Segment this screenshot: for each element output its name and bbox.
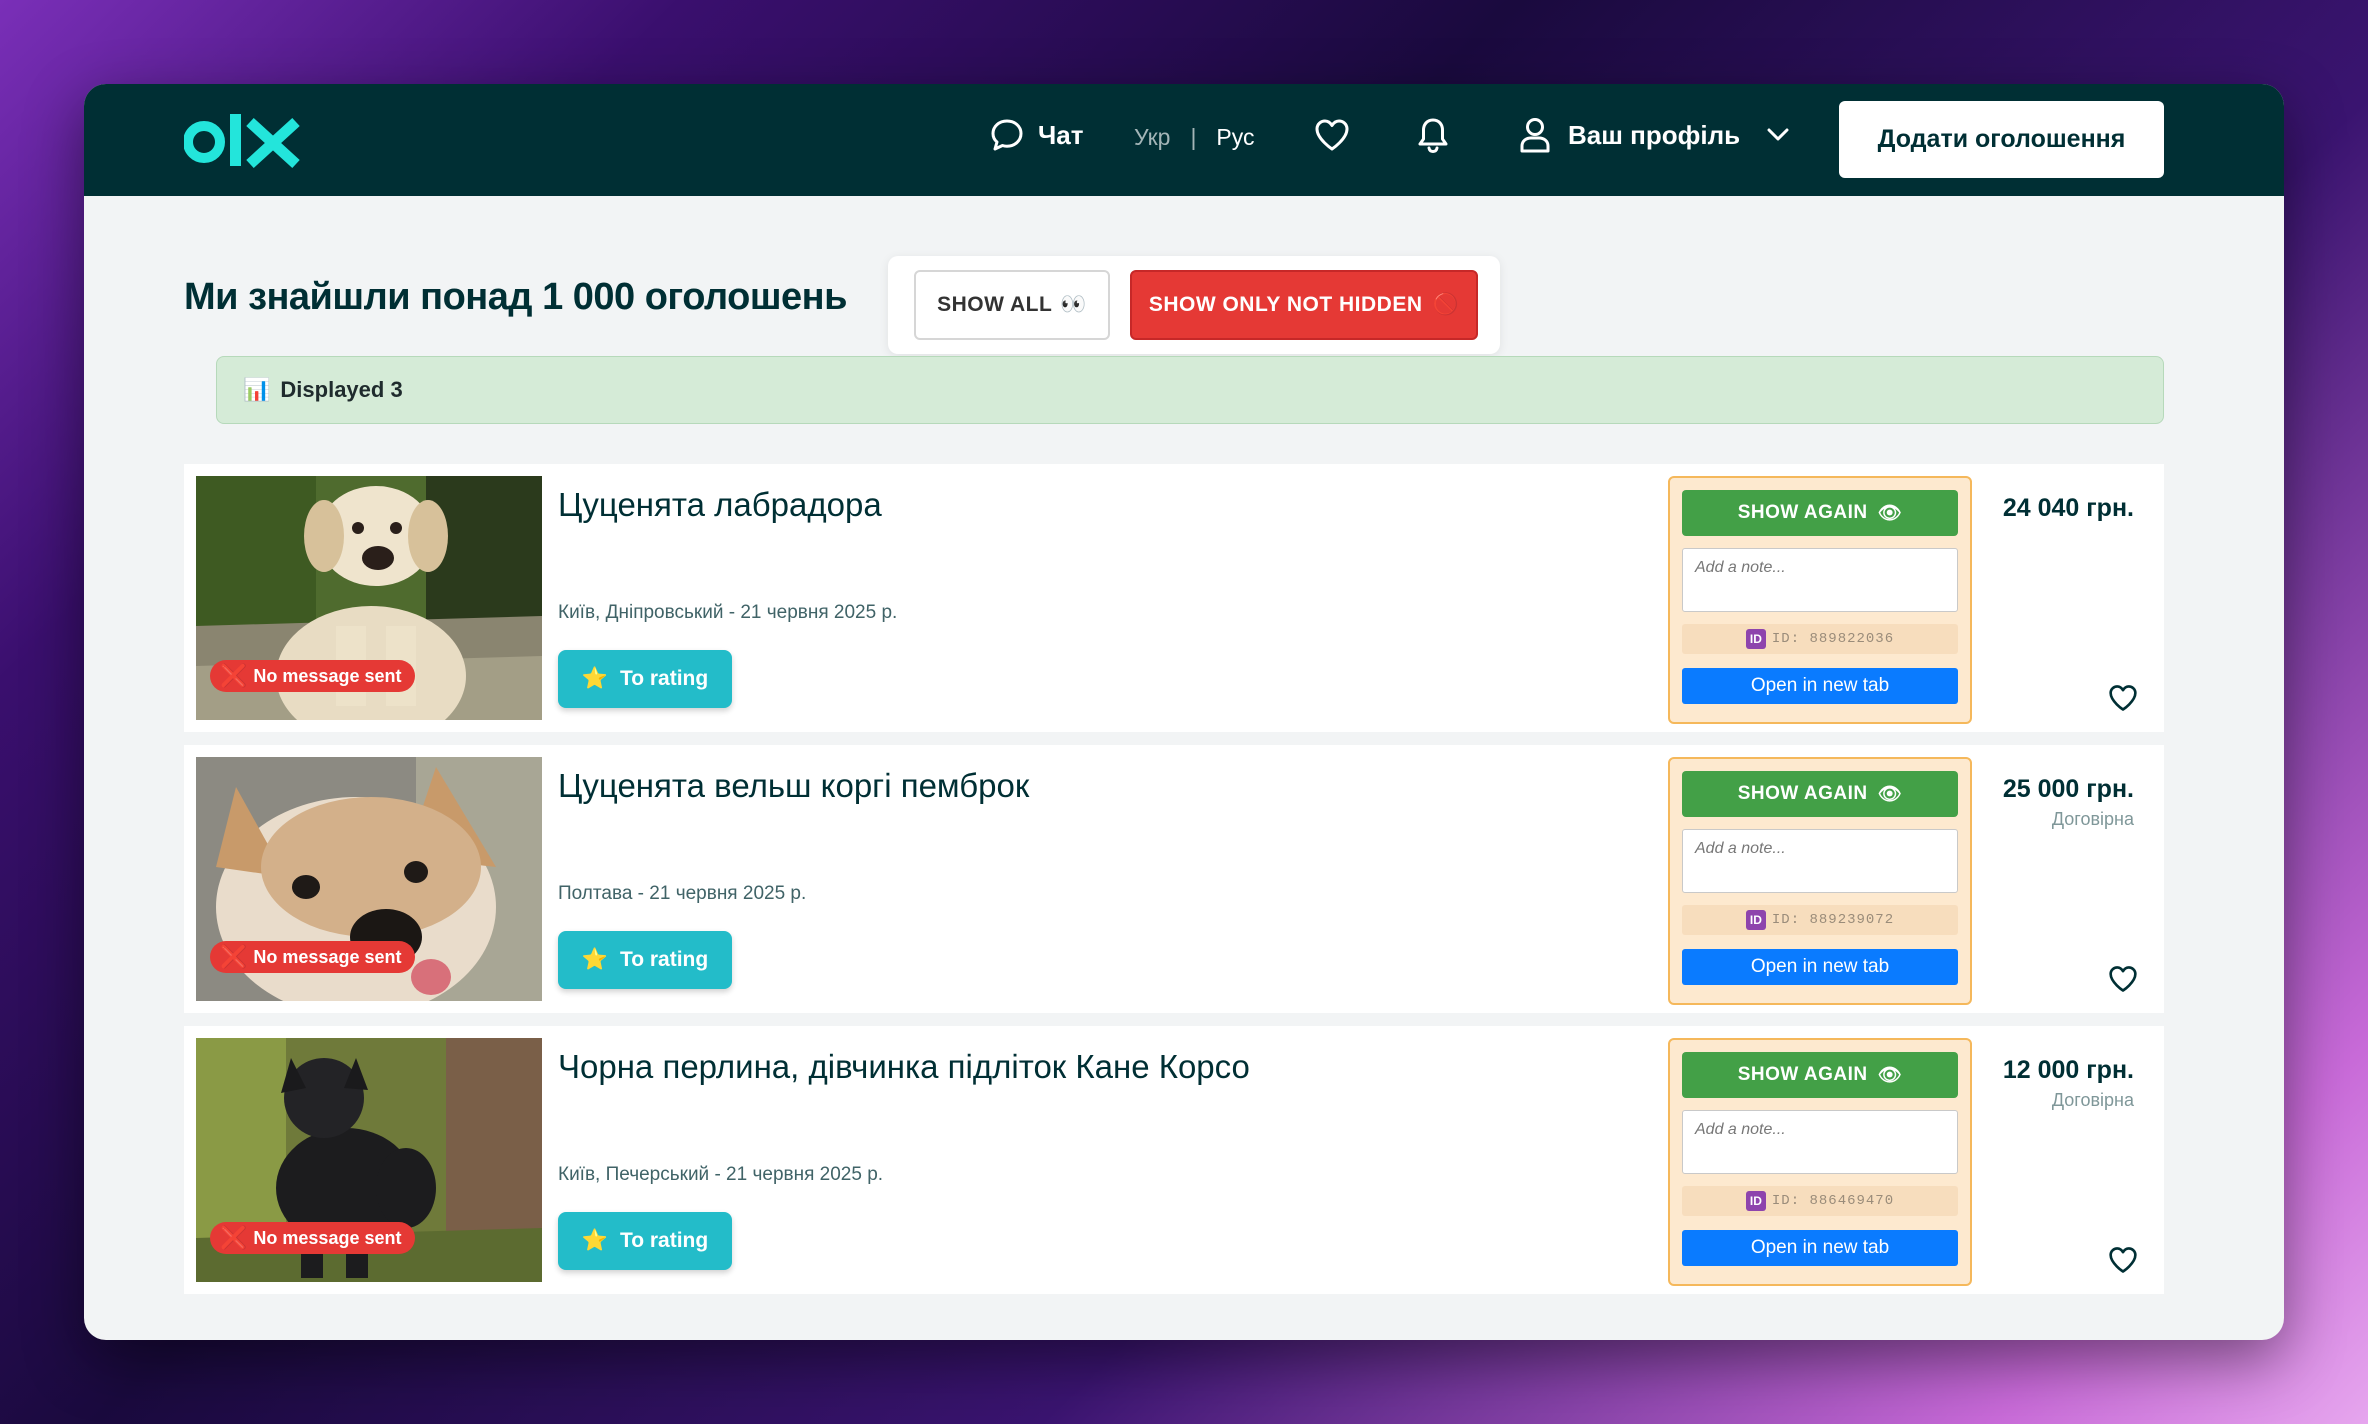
- listing-card[interactable]: ❌ No message sent Цуценята лабрадора Киї…: [184, 464, 2164, 732]
- no-message-sent-badge: ❌ No message sent: [210, 660, 416, 692]
- no-message-sent-badge: ❌ No message sent: [210, 941, 416, 973]
- notifications-link[interactable]: [1416, 116, 1450, 159]
- to-rating-label: To rating: [619, 1229, 709, 1252]
- user-icon: [1520, 118, 1550, 153]
- note-input[interactable]: [1682, 1110, 1958, 1174]
- cross-mark-icon: ❌: [220, 663, 248, 688]
- cross-mark-icon: ❌: [220, 944, 248, 969]
- show-again-label: SHOW AGAIN: [1737, 783, 1868, 804]
- negotiable-label: Договірна: [2051, 809, 2134, 829]
- listing-location-date: Київ, Дніпровський - 21 червня 2025 р.: [558, 602, 898, 623]
- listing-tools-panel: SHOW AGAIN 👁 ID ID: 886469470 Open in ne…: [1668, 1038, 1972, 1286]
- favorite-heart-icon[interactable]: [2108, 684, 2138, 712]
- add-listing-button[interactable]: Додати оголошення: [1839, 101, 2164, 178]
- bar-chart-icon: 📊: [243, 377, 271, 402]
- to-rating-button[interactable]: ⭐ To rating: [558, 931, 732, 989]
- cross-mark-icon: ❌: [220, 1225, 248, 1250]
- language-switcher: Укр | Рус: [1134, 124, 1255, 151]
- no-message-sent-badge: ❌ No message sent: [210, 1222, 416, 1254]
- listing-card[interactable]: ❌ No message sent Цуценята вельш коргі п…: [184, 745, 2164, 1013]
- prohibited-icon: 🚫: [1432, 293, 1460, 316]
- lang-rus[interactable]: Рус: [1216, 124, 1254, 151]
- listing-id-text: ID: 886469470: [1771, 1193, 1895, 1209]
- id-icon: ID: [1745, 629, 1766, 649]
- listing-id: ID ID: 889239072: [1682, 905, 1958, 935]
- favorite-heart-icon[interactable]: [2108, 1246, 2138, 1274]
- favorites-link[interactable]: [1314, 118, 1350, 157]
- eye-icon: 👁: [1877, 1065, 1903, 1086]
- eye-icon: 👁: [1877, 503, 1903, 524]
- negotiable-label: Договірна: [2051, 1090, 2134, 1110]
- listing-price: 12 000 грн.: [2002, 1056, 2134, 1084]
- filter-toolbar: SHOW ALL 👀 SHOW ONLY NOT HIDDEN 🚫: [888, 256, 1500, 354]
- badge-label: No message sent: [253, 665, 402, 686]
- listing-price: 25 000 грн.: [2002, 775, 2134, 803]
- open-in-new-tab-button[interactable]: Open in new tab: [1682, 949, 1958, 985]
- chat-bubble-icon: [991, 119, 1023, 151]
- displayed-count-text: Displayed 3: [280, 377, 403, 402]
- star-icon: ⭐: [581, 948, 608, 971]
- badge-label: No message sent: [253, 1227, 402, 1248]
- show-again-label: SHOW AGAIN: [1737, 502, 1868, 523]
- show-again-button[interactable]: SHOW AGAIN 👁: [1682, 1052, 1958, 1098]
- eyes-icon: 👀: [1060, 293, 1087, 316]
- listing-card[interactable]: ❌ No message sent Чорна перлина, дівчинк…: [184, 1026, 2164, 1294]
- open-in-new-tab-button[interactable]: Open in new tab: [1682, 1230, 1958, 1266]
- chat-label: Чат: [1038, 119, 1084, 150]
- chevron-down-icon: [1767, 128, 1789, 141]
- listing-title[interactable]: Цуценята вельш коргі пемброк: [558, 767, 1029, 805]
- favorite-heart-icon[interactable]: [2108, 965, 2138, 993]
- listing-photo[interactable]: ❌ No message sent: [196, 1038, 542, 1282]
- listing-location-date: Київ, Печерський - 21 червня 2025 р.: [558, 1164, 884, 1185]
- listing-title[interactable]: Чорна перлина, дівчинка підліток Кане Ко…: [558, 1048, 1250, 1086]
- id-icon: ID: [1745, 1191, 1766, 1211]
- show-again-label: SHOW AGAIN: [1737, 1064, 1868, 1085]
- bell-icon: [1418, 118, 1448, 154]
- listing-id-text: ID: 889239072: [1771, 912, 1895, 928]
- open-in-new-tab-button[interactable]: Open in new tab: [1682, 668, 1958, 704]
- note-input[interactable]: [1682, 548, 1958, 612]
- eye-icon: 👁: [1877, 784, 1903, 805]
- to-rating-label: To rating: [619, 667, 709, 690]
- show-again-button[interactable]: SHOW AGAIN 👁: [1682, 771, 1958, 817]
- listing-title[interactable]: Цуценята лабрадора: [558, 486, 882, 524]
- to-rating-button[interactable]: ⭐ To rating: [558, 1212, 732, 1270]
- star-icon: ⭐: [581, 1229, 608, 1252]
- chat-link[interactable]: Чат: [990, 118, 1083, 152]
- show-all-button[interactable]: SHOW ALL 👀: [914, 270, 1110, 340]
- listing-tools-panel: SHOW AGAIN 👁 ID ID: 889239072 Open in ne…: [1668, 757, 1972, 1005]
- listing-photo[interactable]: ❌ No message sent: [196, 476, 542, 720]
- badge-label: No message sent: [253, 946, 402, 967]
- show-only-not-hidden-button[interactable]: SHOW ONLY NOT HIDDEN 🚫: [1130, 270, 1478, 340]
- listing-location-date: Полтава - 21 червня 2025 р.: [558, 883, 807, 904]
- show-all-label: SHOW ALL: [937, 293, 1053, 316]
- profile-label: Ваш профіль: [1568, 119, 1741, 150]
- listing-photo[interactable]: ❌ No message sent: [196, 757, 542, 1001]
- listing-id: ID ID: 889822036: [1682, 624, 1958, 654]
- lang-separator: |: [1190, 124, 1197, 150]
- note-input[interactable]: [1682, 829, 1958, 893]
- to-rating-button[interactable]: ⭐ To rating: [558, 650, 732, 708]
- to-rating-label: To rating: [619, 948, 709, 971]
- lang-ukr[interactable]: Укр: [1134, 124, 1170, 151]
- top-navigation-bar: Чат Укр | Рус Ваш профіль Додати оголоше…: [84, 84, 2284, 196]
- listing-id-text: ID: 889822036: [1771, 631, 1895, 647]
- show-again-button[interactable]: SHOW AGAIN 👁: [1682, 490, 1958, 536]
- listing-id: ID ID: 886469470: [1682, 1186, 1958, 1216]
- profile-menu[interactable]: Ваш профіль: [1518, 116, 1790, 154]
- olx-logo[interactable]: [184, 110, 302, 170]
- displayed-count-banner: 📊 Displayed 3: [216, 356, 2164, 424]
- id-icon: ID: [1745, 910, 1766, 930]
- show-not-hidden-label: SHOW ONLY NOT HIDDEN: [1148, 293, 1423, 316]
- star-icon: ⭐: [581, 667, 608, 690]
- browser-window: Чат Укр | Рус Ваш профіль Додати оголоше…: [84, 84, 2284, 1340]
- listing-tools-panel: SHOW AGAIN 👁 ID ID: 889822036 Open in ne…: [1668, 476, 1972, 724]
- page-title: Ми знайшли понад 1 000 оголошень: [184, 276, 848, 318]
- listing-price: 24 040 грн.: [2002, 494, 2134, 522]
- heart-icon: [1315, 119, 1349, 151]
